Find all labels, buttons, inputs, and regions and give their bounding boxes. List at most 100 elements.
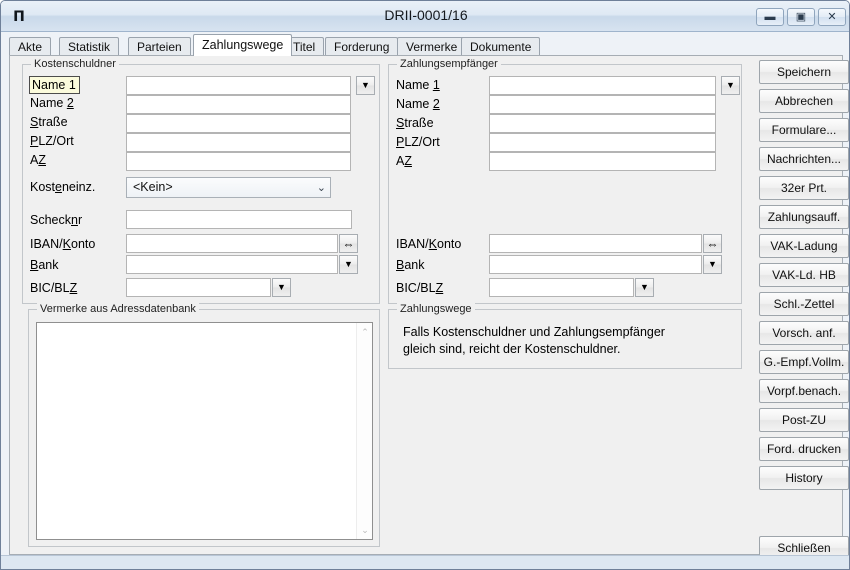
input-ks-strasse[interactable] — [126, 114, 351, 133]
dropdown-button-ze-name1[interactable]: ▼ — [721, 76, 740, 95]
ford-drucken-button[interactable]: Ford. drucken — [759, 437, 849, 461]
input-ks-name1[interactable] — [126, 76, 351, 95]
group-vermerke-legend: Vermerke aus Adressdatenbank — [37, 303, 199, 315]
zahlungsauff-button[interactable]: Zahlungsauff. — [759, 205, 849, 229]
application-window: Π DRII-0001/16 ▬ ▣ ✕ Akte Statistik Part… — [0, 0, 850, 570]
label-ks-name1[interactable]: Name 1 — [29, 76, 80, 94]
chevron-down-icon: ▼ — [726, 80, 735, 90]
hinweis-text: Falls Kostenschuldner und Zahlungsempfän… — [403, 325, 665, 356]
window-bottom-strip — [1, 555, 849, 569]
dropdown-button-ks-name1[interactable]: ▼ — [356, 76, 375, 95]
chevron-down-icon: ▼ — [708, 259, 717, 269]
input-ks-bank[interactable] — [126, 255, 338, 274]
dropdown-button-ks-bicblz[interactable]: ▼ — [272, 278, 291, 297]
32er-prt-button[interactable]: 32er Prt. — [759, 176, 849, 200]
label-ze-bicblz: BIC/BLZ — [396, 281, 444, 295]
label-ze-az: AZ — [396, 154, 412, 168]
label-ze-iban: IBAN/Konto — [396, 237, 462, 251]
label-ze-plzort: PLZ/Ort — [396, 135, 440, 149]
vorsch-anf-button[interactable]: Vorsch. anf. — [759, 321, 849, 345]
label-ks-bicblz: BIC/BLZ — [30, 281, 78, 295]
tab-dokumente[interactable]: Dokumente — [461, 37, 541, 56]
scroll-down-icon[interactable]: ⌄ — [357, 522, 373, 538]
tab-bar: Akte Statistik Parteien Zahlungswege Tit… — [9, 34, 843, 56]
select-ks-kosteneinz-value: <Kein> — [133, 180, 173, 194]
label-ks-kosteneinz: Kosteneinz. — [30, 180, 96, 194]
input-ze-name1[interactable] — [489, 76, 716, 95]
tab-zahlungswege[interactable]: Zahlungswege — [193, 34, 293, 56]
input-ks-plzort[interactable] — [126, 133, 351, 152]
minimize-button[interactable]: ▬ — [756, 8, 784, 26]
label-ks-name2: Name 2 — [30, 96, 74, 110]
chevron-down-icon: ▼ — [344, 259, 353, 269]
chevron-down-icon: ⌄ — [316, 182, 326, 194]
pillars-icon: Π — [13, 8, 25, 25]
label-ks-bank: Bank — [30, 258, 59, 272]
dropdown-button-ze-bank[interactable]: ▼ — [703, 255, 722, 274]
scroll-up-icon[interactable]: ⌃ — [357, 324, 373, 340]
swap-button-ks-iban[interactable]: ⇔ — [339, 234, 358, 253]
input-ks-az[interactable] — [126, 152, 351, 171]
tab-panel-zahlungswege: Kostenschuldner Name 1 ▼ Name 2 Straße P… — [9, 55, 849, 560]
input-ze-az[interactable] — [489, 152, 716, 171]
label-ks-plzort: PLZ/Ort — [30, 134, 74, 148]
g-empf-vollm-button[interactable]: G.-Empf.Vollm. — [759, 350, 849, 374]
input-ze-plzort[interactable] — [489, 133, 716, 152]
tab-statistik[interactable]: Statistik — [59, 37, 120, 56]
input-ze-bank[interactable] — [489, 255, 702, 274]
title-bar: Π DRII-0001/16 ▬ ▣ ✕ — [1, 1, 849, 32]
swap-button-ze-iban[interactable]: ⇔ — [703, 234, 722, 253]
group-zahlungswege-hinweis-legend: Zahlungswege — [397, 303, 475, 315]
vak-ld-hb-button[interactable]: VAK-Ld. HB — [759, 263, 849, 287]
label-ze-strasse: Straße — [396, 116, 434, 130]
tab-forderung[interactable]: Forderung — [325, 37, 399, 56]
action-button-column: Speichern Abbrechen Formulare... Nachric… — [750, 56, 849, 560]
group-zahlungsempfaenger: Zahlungsempfänger Name 1 ▼ Name 2 Straße… — [388, 58, 742, 304]
dropdown-button-ks-bank[interactable]: ▼ — [339, 255, 358, 274]
textarea-vermerke[interactable]: ⌃ ⌄ — [36, 322, 373, 540]
chevron-down-icon: ▼ — [277, 282, 286, 292]
input-ze-strasse[interactable] — [489, 114, 716, 133]
formulare-button[interactable]: Formulare... — [759, 118, 849, 142]
restore-button[interactable]: ▣ — [787, 8, 815, 26]
input-ze-bicblz[interactable] — [489, 278, 634, 297]
label-ks-iban: IBAN/Konto — [30, 237, 96, 251]
post-zu-button[interactable]: Post-ZU — [759, 408, 849, 432]
input-ks-name2[interactable] — [126, 95, 351, 114]
input-ze-iban[interactable] — [489, 234, 702, 253]
group-kostenschuldner-legend: Kostenschuldner — [31, 58, 119, 70]
scrollbar-vermerke[interactable]: ⌃ ⌄ — [356, 323, 372, 539]
minimize-icon: ▬ — [764, 10, 776, 23]
input-ks-iban[interactable] — [126, 234, 338, 253]
chevron-down-icon: ▼ — [640, 282, 649, 292]
tab-parteien[interactable]: Parteien — [128, 37, 191, 56]
label-ks-schecknr: Schecknr — [30, 213, 83, 227]
select-ks-kosteneinz[interactable]: <Kein> ⌄ — [126, 177, 331, 198]
vak-ladung-button[interactable]: VAK-Ladung — [759, 234, 849, 258]
label-ze-name2: Name 2 — [396, 97, 440, 111]
swap-arrow-icon: ⇔ — [342, 236, 355, 251]
tab-akte[interactable]: Akte — [9, 37, 52, 56]
input-ks-schecknr[interactable] — [126, 210, 352, 229]
input-ks-bicblz[interactable] — [126, 278, 271, 297]
label-ze-name1: Name 1 — [396, 78, 440, 92]
group-zahlungswege-hinweis: Zahlungswege Falls Kostenschuldner und Z… — [388, 303, 742, 369]
restore-icon: ▣ — [795, 10, 807, 23]
group-zahlungsempfaenger-legend: Zahlungsempfänger — [397, 58, 501, 70]
input-ze-name2[interactable] — [489, 95, 716, 114]
schl-zettel-button[interactable]: Schl.-Zettel — [759, 292, 849, 316]
label-ze-bank: Bank — [396, 258, 425, 272]
speichern-button[interactable]: Speichern — [759, 60, 849, 84]
group-vermerke: Vermerke aus Adressdatenbank ⌃ ⌄ — [28, 303, 380, 547]
nachrichten-button[interactable]: Nachrichten... — [759, 147, 849, 171]
group-kostenschuldner: Kostenschuldner Name 1 ▼ Name 2 Straße P… — [22, 58, 380, 304]
tab-vermerke[interactable]: Vermerke — [397, 37, 467, 56]
history-button[interactable]: History — [759, 466, 849, 490]
close-button[interactable]: ✕ — [818, 8, 846, 26]
dropdown-button-ze-bicblz[interactable]: ▼ — [635, 278, 654, 297]
abbrechen-button[interactable]: Abbrechen — [759, 89, 849, 113]
window-title: DRII-0001/16 — [384, 7, 468, 23]
swap-arrow-icon: ⇔ — [706, 236, 719, 251]
label-ks-strasse: Straße — [30, 115, 68, 129]
vorpf-benach-button[interactable]: Vorpf.benach. — [759, 379, 849, 403]
